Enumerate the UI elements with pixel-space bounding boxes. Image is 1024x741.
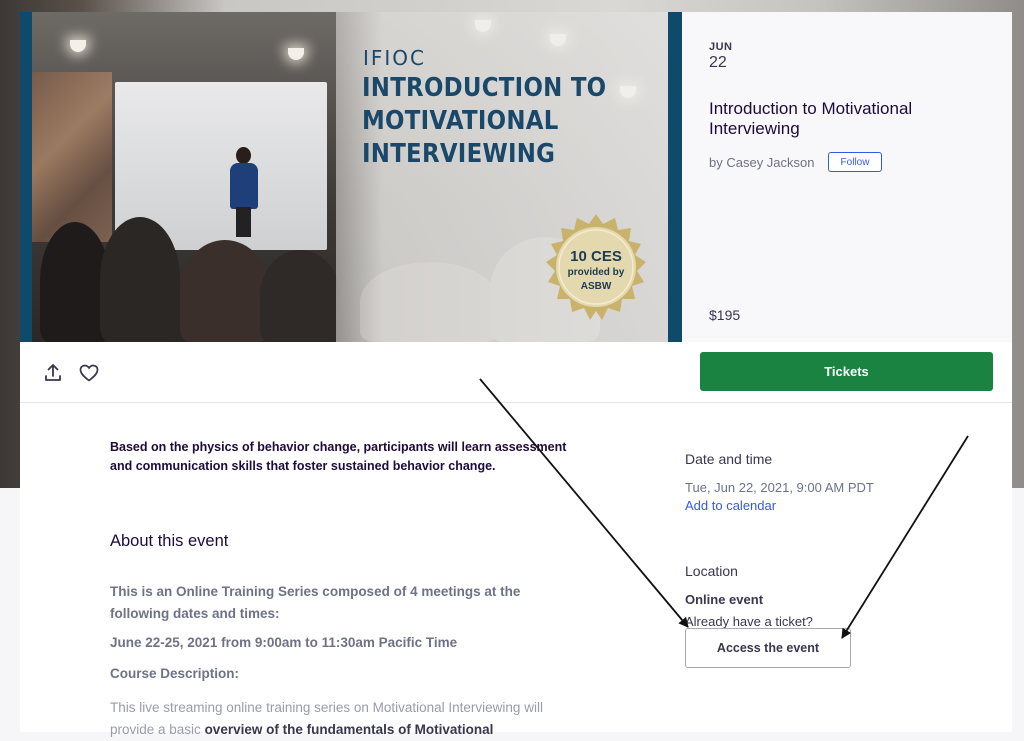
hero-banner: IFIOC INTRODUCTION TO MOTIVATIONAL INTER… bbox=[20, 12, 682, 342]
hero-right-accent bbox=[668, 12, 682, 342]
date-time-heading: Date and time bbox=[685, 451, 773, 467]
add-to-calendar-link[interactable]: Add to calendar bbox=[685, 498, 776, 513]
seal-text: 10 CES provided by ASBW bbox=[540, 248, 652, 293]
hero-left-accent bbox=[20, 12, 32, 342]
course-description-text: This live streaming online training seri… bbox=[110, 697, 590, 741]
seal-provided-by: provided by bbox=[567, 267, 625, 278]
course-description-heading: Course Description: bbox=[110, 666, 240, 681]
photo-wall-decoration bbox=[32, 72, 112, 242]
access-event-button[interactable]: Access the event bbox=[685, 628, 851, 668]
heart-icon[interactable] bbox=[78, 362, 100, 384]
seal-provider: ASBW bbox=[580, 281, 612, 292]
audience-figure bbox=[100, 217, 180, 342]
location-heading: Location bbox=[685, 563, 738, 579]
ceiling-lamp bbox=[70, 40, 86, 52]
action-bar: Tickets bbox=[20, 342, 1012, 403]
hero-title-line: INTRODUCTION TO bbox=[362, 73, 607, 103]
hero-org-name: IFIOC bbox=[363, 46, 427, 70]
event-date-month: JUN bbox=[709, 41, 733, 53]
event-summary: Based on the physics of behavior change,… bbox=[110, 440, 567, 473]
audience-figure bbox=[260, 250, 340, 342]
ticket-question: Already have a ticket? bbox=[685, 614, 813, 629]
event-date-day: 22 bbox=[709, 54, 727, 71]
seal-ces: 10 CES bbox=[570, 248, 622, 265]
location-value: Online event bbox=[685, 592, 764, 607]
ceiling-lamp bbox=[288, 48, 304, 60]
follow-button[interactable]: Follow bbox=[828, 152, 882, 172]
event-info-panel: JUN 22 Introduction to Motivational Inte… bbox=[682, 12, 1012, 342]
event-price: $195 bbox=[709, 307, 741, 323]
about-schedule: June 22-25, 2021 from 9:00am to 11:30am … bbox=[110, 635, 458, 650]
organizer-name[interactable]: by Casey Jackson bbox=[709, 155, 815, 170]
about-paragraph: This is an Online Training Series compos… bbox=[110, 584, 521, 621]
about-heading: About this event bbox=[110, 532, 229, 550]
hero-title-line: MOTIVATIONAL bbox=[362, 106, 559, 136]
hero-title-line: INTERVIEWING bbox=[362, 139, 556, 169]
date-time-value: Tue, Jun 22, 2021, 9:00 AM PDT bbox=[685, 480, 874, 495]
hero-title: INTRODUCTION TO MOTIVATIONAL INTERVIEWIN… bbox=[362, 72, 626, 171]
presenter-figure bbox=[227, 147, 259, 237]
share-icon[interactable] bbox=[42, 362, 64, 384]
tickets-button[interactable]: Tickets bbox=[700, 352, 993, 391]
audience-figure bbox=[180, 240, 270, 342]
event-title: Introduction to Motivational Interviewin… bbox=[709, 99, 913, 138]
course-description-bold: overview of the fundamentals of Motivati… bbox=[204, 722, 494, 737]
